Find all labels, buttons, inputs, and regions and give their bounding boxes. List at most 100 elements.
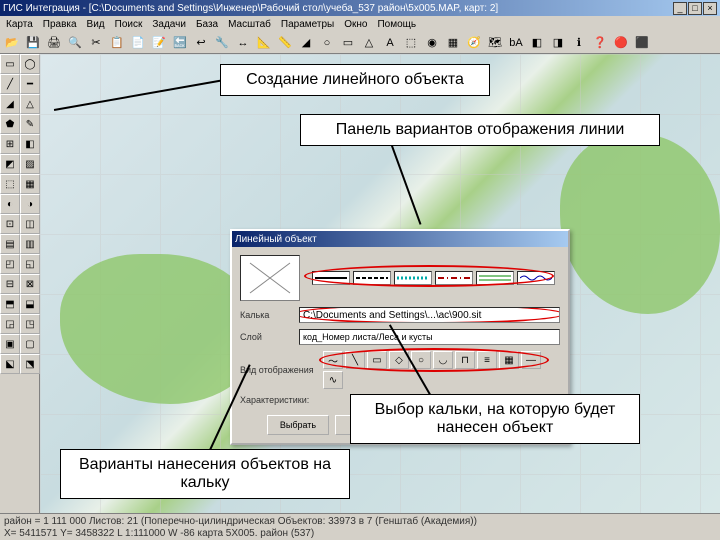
tool-circle-icon[interactable]: ○ <box>317 33 337 53</box>
tool-cut-icon[interactable]: ✂ <box>86 33 106 53</box>
menu-item[interactable]: Окно <box>344 19 367 30</box>
line-style-dashdot[interactable] <box>435 271 473 285</box>
menu-item[interactable]: Помощь <box>377 19 416 30</box>
tool-target-icon[interactable]: ◉ <box>422 33 442 53</box>
tool-redo-icon[interactable]: ↩ <box>191 33 211 53</box>
side-tool[interactable]: ━ <box>20 74 40 94</box>
side-tool[interactable]: ◐ <box>0 194 20 214</box>
select-button[interactable]: Выбрать <box>267 415 329 435</box>
tool-save-icon[interactable]: 💾 <box>23 33 43 53</box>
menu-item[interactable]: Вид <box>87 19 105 30</box>
tool-right-icon[interactable]: ◨ <box>548 33 568 53</box>
side-tool[interactable]: ⬓ <box>20 294 40 314</box>
side-tool[interactable]: ╱ <box>0 74 20 94</box>
tool-black-icon[interactable]: ⬛ <box>632 33 652 53</box>
tool-zoom-icon[interactable]: 🔍 <box>65 33 85 53</box>
tool-open-icon[interactable]: 📂 <box>2 33 22 53</box>
mode-hash-icon[interactable]: ≡ <box>477 351 497 369</box>
side-tool[interactable]: ◧ <box>20 134 40 154</box>
side-tool[interactable]: ▢ <box>20 334 40 354</box>
sposob-label: Вид отображения <box>240 365 319 375</box>
side-tool[interactable]: ▤ <box>0 234 20 254</box>
tool-compass-icon[interactable]: 🧭 <box>464 33 484 53</box>
line-style-solid[interactable] <box>312 271 350 285</box>
side-tool[interactable]: ▨ <box>20 154 40 174</box>
side-tool[interactable]: △ <box>20 94 40 114</box>
side-tool[interactable]: ▣ <box>0 334 20 354</box>
tool-pan-icon[interactable]: ↔ <box>233 33 253 53</box>
maximize-button[interactable]: □ <box>688 2 702 15</box>
tool-measure-icon[interactable]: 📐 <box>254 33 274 53</box>
minimize-button[interactable]: _ <box>673 2 687 15</box>
close-button[interactable]: × <box>703 2 717 15</box>
line-style-wave[interactable] <box>517 271 555 285</box>
tool-left-icon[interactable]: ◧ <box>527 33 547 53</box>
tool-grid-icon[interactable]: ▦ <box>443 33 463 53</box>
line-style-dotted[interactable] <box>394 271 432 285</box>
tool-print-icon[interactable]: 🖨 <box>44 33 64 53</box>
map-land <box>560 134 720 314</box>
sloi-input[interactable]: код_Номер листа/Леса и кусты <box>299 329 560 345</box>
side-tool[interactable]: ◑ <box>20 194 40 214</box>
mode-line-icon[interactable]: ╲ <box>345 351 365 369</box>
side-tool[interactable]: ▦ <box>20 174 40 194</box>
side-tool[interactable]: ⊟ <box>0 274 20 294</box>
menu-item[interactable]: Поиск <box>115 19 143 30</box>
mode-curve-icon[interactable]: ∿ <box>323 371 343 389</box>
tool-rect-icon[interactable]: ▭ <box>338 33 358 53</box>
side-tool[interactable]: ⬔ <box>20 354 40 374</box>
side-tool[interactable]: ▥ <box>20 234 40 254</box>
menu-item[interactable]: База <box>196 19 218 30</box>
side-tool[interactable]: ◫ <box>20 214 40 234</box>
mode-rect-icon[interactable]: ▭ <box>367 351 387 369</box>
tool-undo-icon[interactable]: 🔙 <box>170 33 190 53</box>
line-style-dashed[interactable] <box>353 271 391 285</box>
side-tool[interactable]: ⊞ <box>0 134 20 154</box>
side-tool[interactable]: ◰ <box>0 254 20 274</box>
menu-item[interactable]: Задачи <box>152 19 186 30</box>
mode-freehand-icon[interactable]: ～ <box>323 351 343 369</box>
tool-info-icon[interactable]: ℹ <box>569 33 589 53</box>
mode-grid-icon[interactable]: ▦ <box>499 351 519 369</box>
tool-tri-icon[interactable]: ◢ <box>296 33 316 53</box>
side-tool[interactable]: ⬒ <box>0 294 20 314</box>
side-tool[interactable]: ◳ <box>20 314 40 334</box>
side-tool[interactable]: ▭ <box>0 54 20 74</box>
menu-item[interactable]: Масштаб <box>228 19 271 30</box>
dialog-title: Линейный объект <box>235 234 317 245</box>
mode-step-icon[interactable]: ⊓ <box>455 351 475 369</box>
side-tool[interactable]: ⬚ <box>0 174 20 194</box>
tool-ba-icon[interactable]: bA <box>506 33 526 53</box>
menu-item[interactable]: Карта <box>6 19 33 30</box>
tool-triangle-icon[interactable]: △ <box>359 33 379 53</box>
window-title: ГИС Интеграция - [C:\Documents and Setti… <box>3 3 498 14</box>
tool-ruler-icon[interactable]: 📏 <box>275 33 295 53</box>
side-tool[interactable]: ◩ <box>0 154 20 174</box>
tool-help-icon[interactable]: ❓ <box>590 33 610 53</box>
dialog-titlebar[interactable]: Линейный объект <box>232 231 568 247</box>
tool-select-icon[interactable]: ⬚ <box>401 33 421 53</box>
line-style-double[interactable] <box>476 271 514 285</box>
side-tool[interactable]: ◱ <box>20 254 40 274</box>
side-tool[interactable]: ✎ <box>20 114 40 134</box>
menu-item[interactable]: Правка <box>43 19 77 30</box>
kalka-input[interactable]: C:\Documents and Settings\...\ac\900.sit <box>299 307 560 323</box>
tool-paste-icon[interactable]: 📋 <box>107 33 127 53</box>
map-canvas[interactable]: Линейный объект <box>40 54 720 514</box>
side-tool[interactable]: ⬕ <box>0 354 20 374</box>
side-tool[interactable]: ◯ <box>20 54 40 74</box>
menu-item[interactable]: Параметры <box>281 19 334 30</box>
side-tool[interactable]: ◲ <box>0 314 20 334</box>
mode-arc-icon[interactable]: ◡ <box>433 351 453 369</box>
tool-wrench-icon[interactable]: 🔧 <box>212 33 232 53</box>
side-tool[interactable]: ⊠ <box>20 274 40 294</box>
tool-copy-icon[interactable]: 📄 <box>128 33 148 53</box>
mode-seg-icon[interactable]: — <box>521 351 541 369</box>
tool-text-icon[interactable]: A <box>380 33 400 53</box>
side-tool[interactable]: ⊡ <box>0 214 20 234</box>
side-tool[interactable]: ◢ <box>0 94 20 114</box>
side-tool[interactable]: ⬟ <box>0 114 20 134</box>
tool-red-icon[interactable]: 🔴 <box>611 33 631 53</box>
tool-edit-icon[interactable]: 📝 <box>149 33 169 53</box>
tool-map-icon[interactable]: 🗺 <box>485 33 505 53</box>
